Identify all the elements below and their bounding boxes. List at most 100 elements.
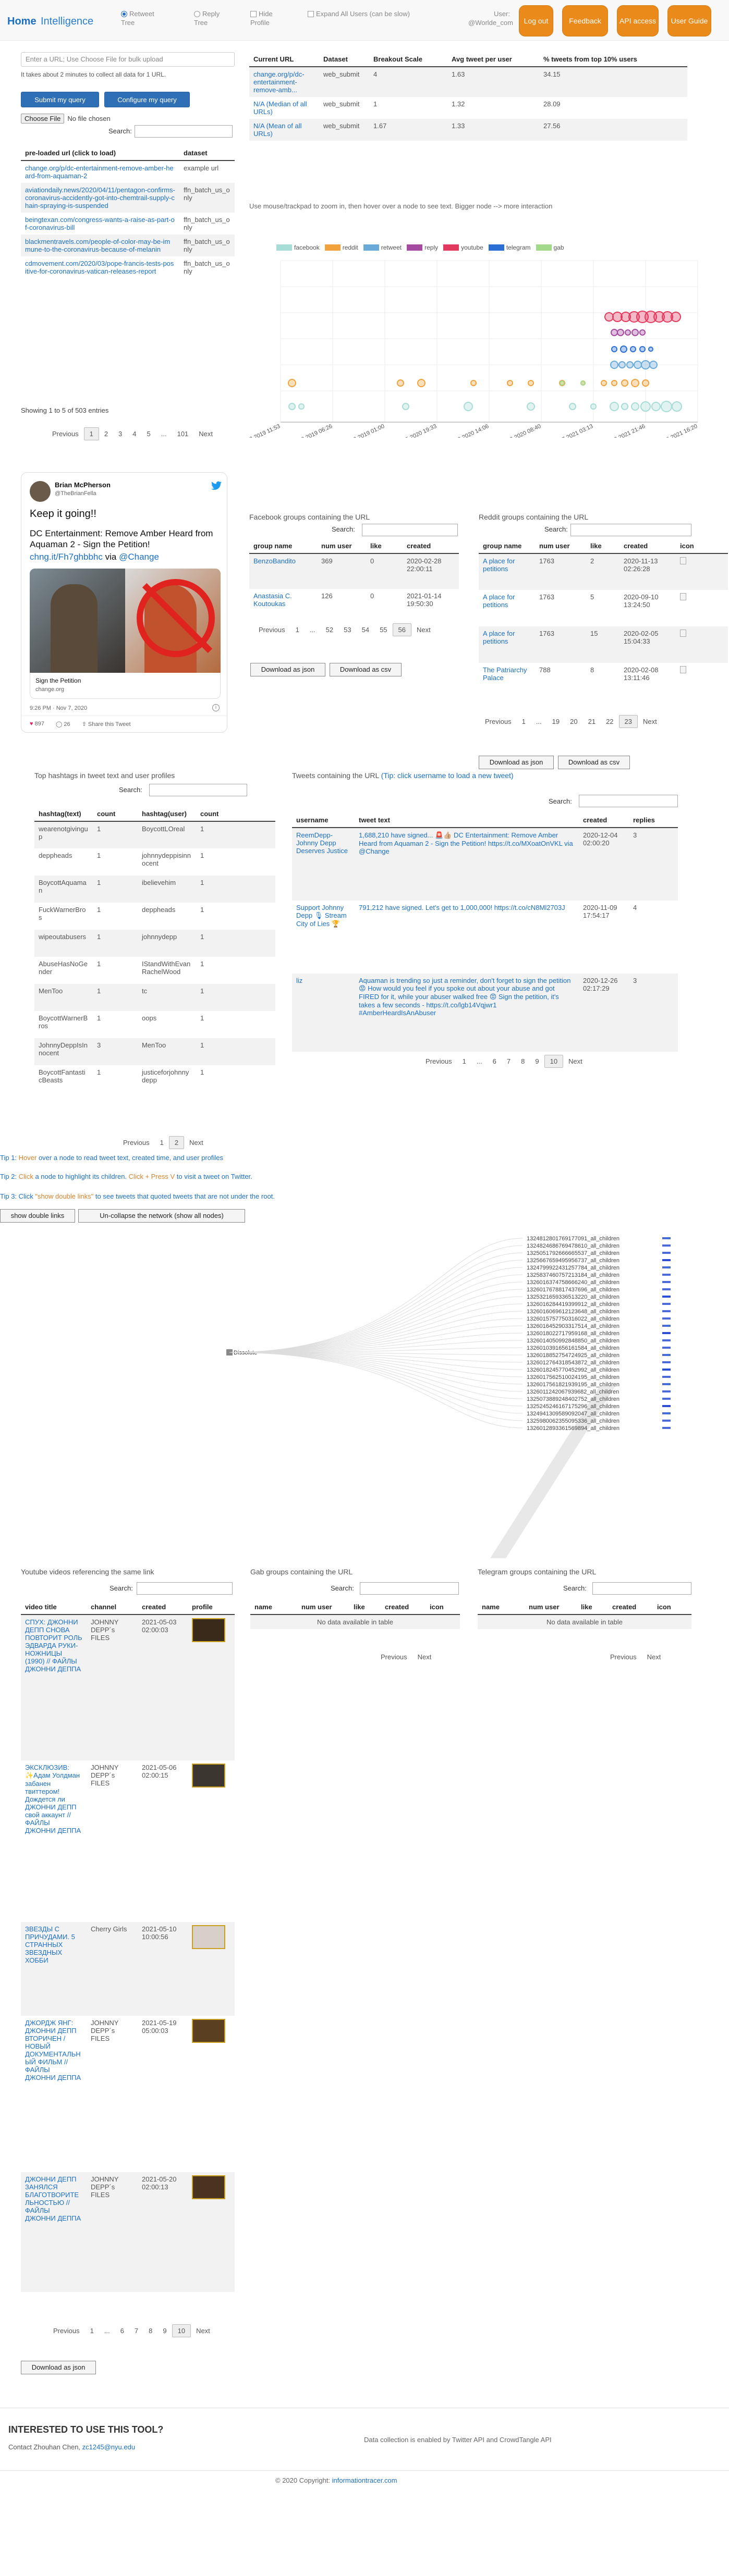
col-icon[interactable]: icon <box>653 1600 691 1615</box>
pager-next[interactable]: Next <box>642 1651 666 1663</box>
title-cell[interactable]: СПУХ: ДЖОННИ ДЕПП СНОВА ПОВТОРИТ РОЛЬ ЭД… <box>21 1614 87 1760</box>
pager-page[interactable]: 23 <box>618 715 638 728</box>
legend-retweet[interactable]: retweet <box>363 244 402 251</box>
col-created[interactable]: created <box>619 539 676 554</box>
tweet-link-card[interactable]: Sign the Petition change.org <box>30 673 221 699</box>
legend-telegram[interactable]: telegram <box>488 244 531 251</box>
col-replies[interactable]: replies <box>629 813 678 828</box>
pager-page[interactable]: 7 <box>502 1055 516 1067</box>
video-thumbnail[interactable] <box>192 1764 225 1788</box>
choose-file-button[interactable]: Choose File <box>21 114 65 124</box>
col-group-name[interactable]: group name <box>249 539 317 554</box>
pager-previous[interactable]: Previous <box>480 716 517 728</box>
name-cell[interactable]: Anastasia C. Koutoukas <box>249 589 317 624</box>
url-cell[interactable]: beingtexan.com/congress-wants-a-raise-as… <box>21 213 179 235</box>
url-cell[interactable]: change.org/p/dc-entertainment-remove-amb… <box>249 67 319 97</box>
col-num-user[interactable]: num user <box>297 1600 349 1615</box>
title-cell[interactable]: ЗВЕЗДЫ С ПРИЧУДАМИ. 5 СТРАННЫХ ЗВЕЗДНЫХ … <box>21 1922 87 2016</box>
table-row[interactable]: blackmentravels.com/people-of-color-may-… <box>21 235 235 256</box>
text-cell[interactable]: 1,688,210 have signed... 🚨👍🏼 DC Entertai… <box>355 828 579 901</box>
pager-next[interactable]: Next <box>412 1651 437 1663</box>
url-cell[interactable]: N/A (Mean of all URLs) <box>249 119 319 141</box>
col-top10[interactable]: % tweets from top 10% users <box>539 52 687 67</box>
col-count[interactable]: count <box>196 807 275 822</box>
pager-page[interactable]: 1 <box>517 716 531 728</box>
pager-previous[interactable]: Previous <box>375 1651 412 1663</box>
feedback-button[interactable]: Feedback <box>562 5 608 36</box>
col-like[interactable]: like <box>349 1600 381 1615</box>
pager-next[interactable]: Next <box>638 716 662 728</box>
col-tweet-text[interactable]: tweet text <box>355 813 579 828</box>
pager-page[interactable]: 6 <box>488 1055 502 1067</box>
url-cell[interactable]: blackmentravels.com/people-of-color-may-… <box>21 235 179 256</box>
uncollapse-network-button[interactable]: Un-collapse the network (show all nodes) <box>78 1209 245 1223</box>
hashtag-search-input[interactable] <box>149 784 247 796</box>
url-cell[interactable]: aviationdaily.news/2020/04/11/pentagon-c… <box>21 183 179 213</box>
fb-search-input[interactable] <box>362 524 458 536</box>
table-row[interactable]: beingtexan.com/congress-wants-a-raise-as… <box>21 213 235 235</box>
tweets-search-input[interactable] <box>579 795 678 807</box>
pager-page[interactable]: 10 <box>544 1055 564 1068</box>
url-input[interactable]: Enter a URL; Use Choose File for bulk up… <box>21 52 235 67</box>
gab-search-input[interactable] <box>360 1582 459 1595</box>
breakout-scatter-chart[interactable]: Feb 12 2019 11:53 Jun 08 2019 06:26 Oct 02… <box>249 255 708 438</box>
pager-next[interactable]: Next <box>184 1137 209 1149</box>
col-username[interactable]: username <box>292 813 355 828</box>
pager-page[interactable]: 1 <box>83 427 99 440</box>
col-created[interactable]: created <box>381 1600 426 1615</box>
legend-facebook[interactable]: facebook <box>276 244 320 251</box>
pager-page[interactable]: 1 <box>155 1137 169 1149</box>
url-table-search-input[interactable] <box>135 125 233 138</box>
pager-page[interactable]: 1 <box>457 1055 471 1067</box>
col-group-name[interactable]: group name <box>479 539 535 554</box>
pager-page[interactable]: 22 <box>601 716 618 728</box>
col-profile[interactable]: profile <box>188 1600 235 1615</box>
pager-next[interactable]: Next <box>563 1055 588 1067</box>
reply-action[interactable]: ◯ 26 <box>56 721 70 728</box>
name-cell[interactable]: BenzoBandito <box>249 553 317 589</box>
legend-reddit[interactable]: reddit <box>324 244 358 251</box>
submit-query-button[interactable]: Submit my query <box>21 92 99 107</box>
tweet-mention-change[interactable]: @Change <box>119 552 159 562</box>
pager-page[interactable]: 9 <box>530 1055 544 1067</box>
legend-reply[interactable]: reply <box>407 244 438 251</box>
col-breakout[interactable]: Breakout Scale <box>369 52 447 67</box>
logout-button[interactable]: Log out <box>519 5 553 36</box>
col-dataset[interactable]: dataset <box>179 146 235 161</box>
url-cell[interactable]: N/A (Median of all URLs) <box>249 97 319 119</box>
name-cell[interactable]: A place for petitions <box>479 553 535 590</box>
site-link[interactable]: informationtracer.com <box>332 2476 397 2484</box>
table-row[interactable]: cdmovement.com/2020/03/pope-francis-test… <box>21 256 235 278</box>
col-hashtag-user[interactable]: hashtag(user) <box>138 807 196 822</box>
tweet-media-image[interactable] <box>30 569 221 673</box>
video-thumbnail[interactable] <box>192 1925 225 1949</box>
info-icon[interactable]: i <box>212 704 220 711</box>
table-row[interactable]: change.org/p/dc-entertainment-remove-amb… <box>21 161 235 183</box>
col-created[interactable]: created <box>608 1600 653 1615</box>
fb-download-csv[interactable]: Download as csv <box>330 663 402 676</box>
title-cell[interactable]: ЭКСКЛЮЗИВ: ✨Адам Уолдман забанен твиттер… <box>21 1760 87 1922</box>
pager-previous[interactable]: Previous <box>48 2325 85 2337</box>
telegram-search-input[interactable] <box>592 1582 691 1595</box>
col-num-user[interactable]: num user <box>525 1600 577 1615</box>
reddit-download-json[interactable]: Download as json <box>479 756 554 769</box>
pager-previous[interactable]: Previous <box>118 1137 155 1149</box>
col-avg-tweet[interactable]: Avg tweet per user <box>447 52 539 67</box>
user-cell[interactable]: liz <box>292 973 355 1052</box>
pager-page[interactable]: 56 <box>392 623 411 636</box>
youtube-search-input[interactable] <box>137 1582 233 1595</box>
table-row[interactable]: aviationdaily.news/2020/04/11/pentagon-c… <box>21 183 235 213</box>
pager-page[interactable]: 6 <box>115 2325 129 2337</box>
pager-page[interactable]: 2 <box>99 428 113 440</box>
home-link[interactable]: Home <box>7 16 37 28</box>
expand-users-checkbox[interactable]: Expand All Users (can be slow) <box>308 9 422 18</box>
title-cell[interactable]: ДЖОННИ ДЕПП ЗАНЯЛСЯ БЛАГОТВОРИТЕЛЬНОСТЬЮ… <box>21 2172 87 2292</box>
like-action[interactable]: ♥ 897 <box>30 721 44 728</box>
pager-page[interactable]: 54 <box>357 624 374 636</box>
legend-gab[interactable]: gab <box>536 244 564 251</box>
fb-download-json[interactable]: Download as json <box>250 663 325 676</box>
text-cell[interactable]: Aquaman is trending so just a reminder, … <box>355 973 579 1052</box>
pager-previous[interactable]: Previous <box>253 624 290 636</box>
col-name[interactable]: name <box>478 1600 525 1615</box>
pager-page[interactable]: 8 <box>143 2325 157 2337</box>
